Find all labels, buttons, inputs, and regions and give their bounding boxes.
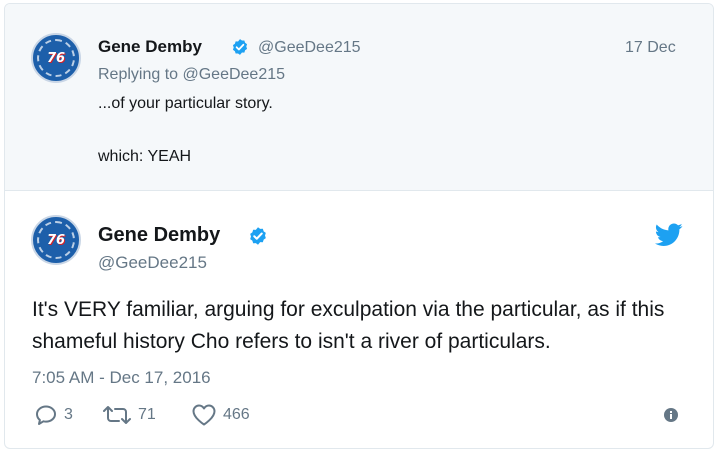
parent-author-name[interactable]: Gene Demby bbox=[98, 37, 202, 57]
avatar[interactable]: 76 bbox=[31, 215, 81, 265]
avatar-logo-text: 76 bbox=[46, 232, 66, 248]
verified-icon bbox=[232, 39, 248, 55]
reply-count: 3 bbox=[64, 406, 73, 423]
parent-tweet[interactable]: 76 Gene Demby @GeeDee215 17 Dec Replying… bbox=[5, 4, 713, 191]
reply-icon bbox=[36, 405, 56, 425]
embedded-tweet-card: 76 Gene Demby @GeeDee215 17 Dec Replying… bbox=[4, 3, 714, 449]
main-author-handle[interactable]: @GeeDee215 bbox=[98, 253, 207, 273]
like-count: 466 bbox=[223, 406, 250, 423]
info-icon[interactable] bbox=[663, 407, 679, 423]
parent-tweet-date[interactable]: 17 Dec bbox=[625, 39, 676, 57]
retweet-count: 71 bbox=[138, 406, 156, 423]
like-button[interactable]: 466 bbox=[191, 403, 250, 427]
avatar[interactable]: 76 bbox=[31, 33, 81, 83]
twitter-bird-icon[interactable] bbox=[655, 223, 683, 247]
parent-tweet-text-line-2: which: YEAH bbox=[98, 148, 192, 165]
main-author-name[interactable]: Gene Demby bbox=[98, 224, 220, 247]
like-icon bbox=[192, 404, 216, 426]
parent-author-handle[interactable]: @GeeDee215 bbox=[258, 39, 361, 57]
replying-to-label[interactable]: Replying to @GeeDee215 bbox=[98, 66, 285, 84]
verified-icon bbox=[250, 227, 266, 245]
avatar-logo-text: 76 bbox=[46, 50, 66, 66]
main-tweet-text: It's VERY familiar, arguing for exculpat… bbox=[32, 298, 665, 353]
retweet-button[interactable]: 71 bbox=[102, 403, 156, 427]
main-tweet-timestamp[interactable]: 7:05 AM - Dec 17, 2016 bbox=[32, 368, 211, 388]
retweet-icon bbox=[103, 406, 131, 424]
parent-tweet-text-line-1: ...of your particular story. bbox=[98, 95, 273, 112]
reply-button[interactable]: 3 bbox=[34, 403, 73, 427]
